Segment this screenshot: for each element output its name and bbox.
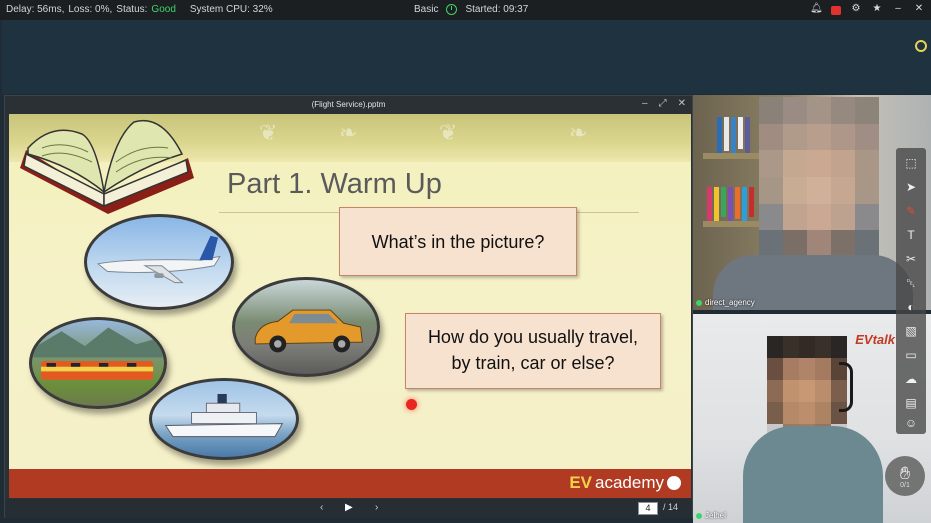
online-dot-icon: [696, 512, 702, 519]
slide-navigation: ‹ ▶ › 4 / 14: [5, 499, 692, 518]
bookshelf-image: [707, 187, 754, 221]
bookshelf-image: [717, 117, 750, 153]
question-box-travel: How do you usually travel, by train, car…: [405, 313, 661, 389]
presentation-title-bar: (Flight Service).pptm: [5, 96, 692, 114]
status-value: Good: [151, 4, 176, 15]
classroom-app: Delay: 56ms, Loss: 0%, Status: Good Syst…: [0, 0, 931, 523]
leaf-decoration-icon: ❦: [439, 120, 458, 145]
previous-slide-icon[interactable]: ‹: [320, 502, 323, 513]
laser-pointer: [406, 399, 417, 410]
text-icon[interactable]: T: [900, 226, 922, 244]
cloud-icon[interactable]: ☁: [900, 370, 922, 388]
bell-icon[interactable]: 🔔︎: [810, 3, 823, 16]
clock-icon: [446, 4, 458, 15]
slide-title: Part 1. Warm Up: [227, 168, 442, 200]
close-icon[interactable]: ✕: [913, 3, 925, 16]
presentation-window: (Flight Service).pptm – ⤢ ✕ ❦ ❧ ❦ ❧ Part…: [4, 95, 693, 518]
hand-raise-count: 0/1: [900, 482, 910, 489]
window-actions: 🔔︎ ⚙︎ ★︎ – ✕: [810, 3, 925, 16]
briefcase-icon[interactable]: ▤: [900, 394, 922, 412]
hand-raise-button[interactable]: ✋︎ 0/1: [885, 456, 925, 496]
chat-icon[interactable]: ▭: [900, 346, 922, 364]
shelf: [703, 153, 763, 159]
delay-text: Delay: 56ms,: [6, 4, 65, 15]
expand-icon[interactable]: ⤢: [659, 98, 667, 109]
logo-ev: EV: [569, 473, 593, 492]
leaf-decoration-icon: ❦: [259, 120, 278, 145]
pen-icon[interactable]: ✎: [900, 202, 922, 220]
hand-raise-icon: ✋︎: [899, 463, 911, 483]
started-time: Started: 09:37: [465, 4, 529, 15]
close-icon[interactable]: ✕: [678, 98, 686, 109]
participant-name-bar: Jelhel: [696, 511, 726, 520]
question-travel-line-1: How do you usually travel,: [427, 327, 639, 347]
blurred-face: [759, 97, 879, 257]
participant-name: direct_agency: [705, 298, 755, 307]
pin-icon[interactable]: ★︎: [871, 3, 883, 16]
slide-canvas: ❦ ❧ ❦ ❧ Part 1. Warm Up What’s in the pi…: [9, 114, 691, 498]
page-total: / 14: [663, 502, 679, 512]
next-slide-icon[interactable]: ›: [375, 502, 378, 513]
minimize-icon[interactable]: –: [642, 98, 648, 109]
car-photo: [232, 277, 380, 377]
session-info: Basic Started: 09:37: [414, 4, 528, 15]
status-ring-icon: [915, 40, 927, 52]
headset-icon: [839, 362, 853, 412]
annotation-toolbar: ⬚ ➤ ✎ T ✂ ␡ ◐ ▧ ▭ ☁ ▤ ☺: [896, 148, 926, 434]
participant-name: Jelhel: [705, 511, 726, 520]
status-bar: Delay: 56ms, Loss: 0%, Status: Good Syst…: [0, 0, 931, 20]
airplane-photo: [84, 214, 234, 310]
logo-mark-icon: [667, 476, 681, 490]
ship-photo: [149, 378, 299, 460]
question-box-picture: What’s in the picture?: [339, 207, 577, 276]
presentation-file-name: (Flight Service).pptm: [311, 100, 386, 109]
mode-label[interactable]: Basic: [414, 4, 438, 15]
play-icon[interactable]: ▶: [345, 502, 353, 513]
shelf: [703, 221, 763, 227]
slide-footer: EV academy: [9, 469, 691, 498]
workspace-area: [2, 20, 931, 94]
presentation-window-controls: – ⤢ ✕: [642, 98, 686, 109]
leaf-decoration-icon: ❧: [569, 120, 588, 145]
record-icon[interactable]: [831, 6, 841, 15]
shirt: [743, 426, 883, 523]
scissors-icon[interactable]: ✂: [900, 250, 922, 268]
network-stats: Delay: 56ms, Loss: 0%, Status: Good Syst…: [6, 4, 273, 15]
status-label: Status:: [116, 4, 148, 15]
academy-logo: EV academy: [569, 473, 681, 493]
gear-icon[interactable]: ⚙︎: [850, 3, 862, 16]
users-icon[interactable]: ☺: [900, 414, 922, 432]
cpu-text: System CPU: 32%: [189, 4, 273, 15]
page-number-input[interactable]: 4: [638, 502, 658, 515]
toggle-icon[interactable]: ◐: [900, 298, 922, 316]
question-travel-line-2: by train, car or else?: [451, 353, 615, 373]
participant-name-bar: direct_agency: [696, 298, 755, 307]
leaf-decoration-icon: ❧: [339, 120, 358, 145]
logo-academy: academy: [595, 473, 664, 492]
minimize-icon[interactable]: –: [892, 3, 904, 16]
image-icon[interactable]: ▧: [900, 322, 922, 340]
pointer-icon[interactable]: ➤: [900, 178, 922, 196]
loss-text: Loss: 0%,: [68, 4, 113, 15]
trash-icon[interactable]: ␡: [900, 274, 922, 292]
train-photo: [29, 317, 167, 409]
online-dot-icon: [696, 299, 702, 306]
select-icon[interactable]: ⬚: [900, 154, 922, 172]
evtalk-badge: EVtalk: [855, 332, 895, 347]
